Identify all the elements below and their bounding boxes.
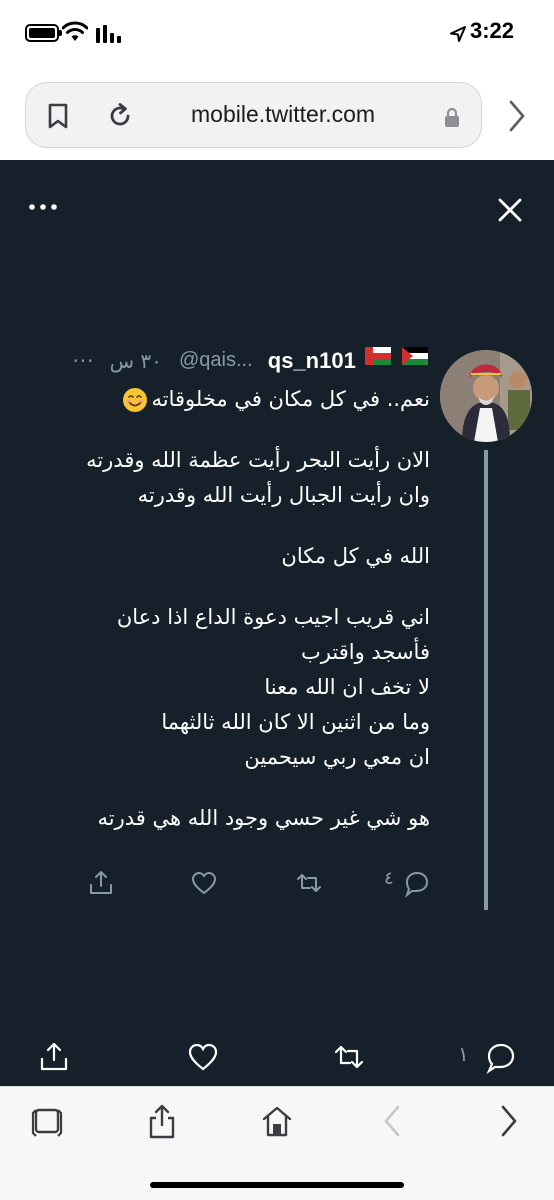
share-icon[interactable] xyxy=(37,1040,71,1074)
tweet-view: qs_n101 @qais... ٣٠ س ··· نعم.. في كل مك… xyxy=(0,160,554,1086)
location-arrow-icon xyxy=(450,26,466,42)
tweet-header: qs_n101 @qais... ٣٠ س ··· xyxy=(28,347,428,379)
reply-icon[interactable] xyxy=(484,1040,518,1074)
reply-count: ٤ xyxy=(384,868,394,889)
tweet-line xyxy=(20,513,430,539)
retweet-icon[interactable] xyxy=(294,868,324,898)
forward-chevron-icon[interactable] xyxy=(506,99,528,133)
more-menu-icon[interactable] xyxy=(25,190,61,224)
url-text[interactable]: mobile.twitter.com xyxy=(191,101,375,128)
tweet-line xyxy=(20,574,430,600)
thread-line xyxy=(484,450,488,910)
close-icon[interactable] xyxy=(496,196,524,224)
share-icon[interactable] xyxy=(86,868,116,898)
tabs-icon[interactable] xyxy=(30,1103,64,1139)
tweet-line xyxy=(20,775,430,801)
avatar[interactable] xyxy=(440,350,532,442)
tweet-line: لا تخف ان الله معنا xyxy=(264,675,430,699)
reload-icon[interactable] xyxy=(106,102,134,130)
tweet-timestamp[interactable]: ٣٠ س xyxy=(110,349,162,373)
user-handle[interactable]: @qais... xyxy=(179,349,253,372)
bookmark-icon[interactable] xyxy=(46,103,70,129)
status-bar: 3:22 xyxy=(0,0,554,66)
retweet-icon[interactable] xyxy=(332,1040,366,1074)
wifi-icon xyxy=(62,21,88,41)
like-icon[interactable] xyxy=(189,868,219,898)
signal-icon xyxy=(96,25,121,43)
battery-icon xyxy=(25,24,62,42)
tweet-line: فأسجد واقترب xyxy=(301,640,430,664)
tweet-line: وان رأيت الجبال رأيت الله وقدرته xyxy=(137,483,430,507)
tweet-text: نعم.. في كل مكان في مخلوقاته الان رأيت ا… xyxy=(20,382,430,836)
tweet-line: وما من اثنين الا كان الله ثالثهما xyxy=(161,710,430,734)
tweet-line: نعم.. في كل مكان في مخلوقاته xyxy=(20,382,430,417)
bottom-reply-count: ١ xyxy=(458,1042,469,1066)
tweet-line: الان رأيت البحر رأيت عظمة الله وقدرته xyxy=(86,448,430,472)
palestine-flag-emoji xyxy=(402,347,428,365)
tweet-line: ان معي ربي سيحمين xyxy=(244,745,430,769)
tweet-line: اني قريب اجيب دعوة الداع اذا دعان xyxy=(116,605,430,629)
display-name[interactable]: qs_n101 xyxy=(268,348,356,374)
lock-icon xyxy=(445,107,459,127)
oman-flag-emoji xyxy=(364,347,391,365)
share-icon[interactable] xyxy=(145,1103,179,1139)
home-icon[interactable] xyxy=(260,1103,294,1139)
tweet-line: هو شي غير حسي وجود الله هي قدرته xyxy=(97,806,430,830)
forward-icon[interactable] xyxy=(492,1103,526,1139)
tweet-more-icon[interactable]: ··· xyxy=(72,349,94,373)
tweet-line xyxy=(20,417,430,443)
status-clock: 3:22 xyxy=(470,18,515,43)
back-icon[interactable] xyxy=(376,1103,410,1139)
tweet-line: الله في كل مكان xyxy=(281,544,430,568)
like-icon[interactable] xyxy=(186,1040,220,1074)
address-bar[interactable]: mobile.twitter.com xyxy=(25,82,482,148)
reply-icon[interactable] xyxy=(402,868,432,898)
smiling-face-emoji xyxy=(122,388,147,412)
home-indicator[interactable] xyxy=(150,1182,404,1188)
